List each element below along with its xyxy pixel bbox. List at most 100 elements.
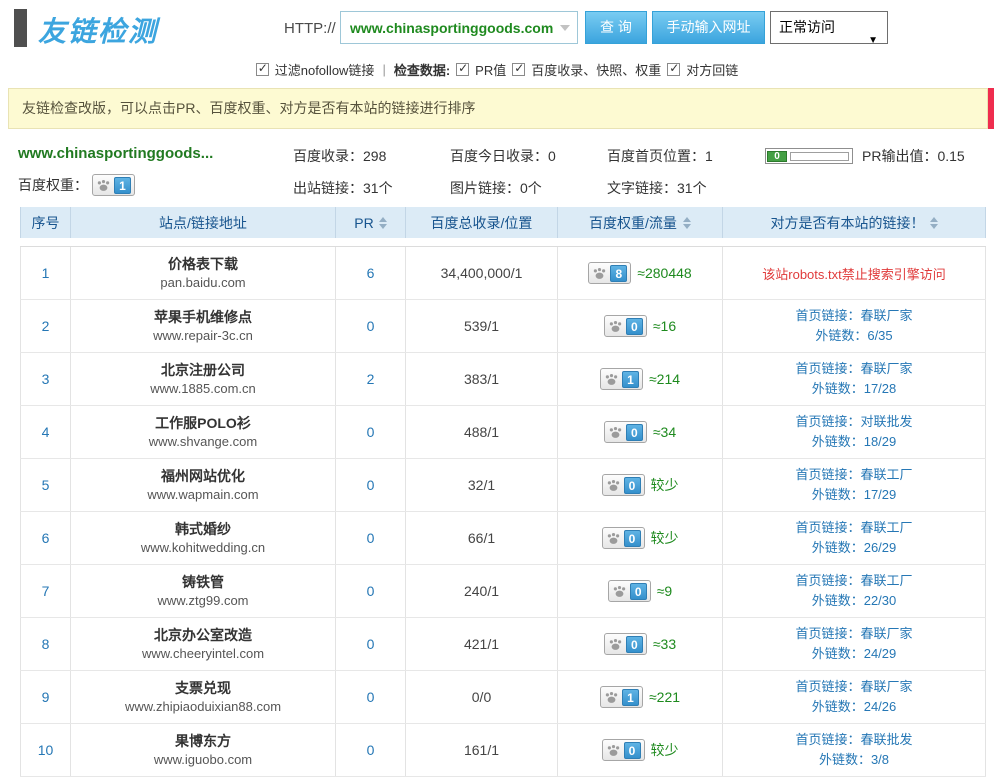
- site-title: 工作服POLO衫: [155, 414, 251, 433]
- col-weight-sort[interactable]: 百度权重/流量: [558, 207, 723, 238]
- traffic-estimate: ≈214: [649, 371, 680, 387]
- weight-value: 0: [630, 583, 647, 600]
- table-row: 1 价格表下载 pan.baidu.com 6 34,400,000/1 8 ≈…: [20, 247, 986, 300]
- homepage-backlink[interactable]: 首页链接：春联厂家: [795, 624, 912, 644]
- table-row: 2 苹果手机维修点 www.repair-3c.cn 0 539/1 0 ≈16…: [20, 300, 986, 353]
- notice-edge-strip: [988, 88, 994, 129]
- homepage-backlink[interactable]: 首页链接：春联厂家: [795, 359, 912, 379]
- baidu-weight-badge: 0: [602, 739, 645, 761]
- outlink-count[interactable]: 外链数：26/29: [812, 538, 897, 558]
- outlink-count[interactable]: 外链数：3/8: [819, 750, 889, 770]
- row-index: 2: [42, 318, 50, 334]
- pr-checkbox[interactable]: [456, 63, 469, 76]
- homepage-backlink[interactable]: 首页链接：春联工厂: [795, 465, 912, 485]
- baidu-index-value: 539/1: [464, 318, 499, 334]
- baidu-index-value: 421/1: [464, 636, 499, 652]
- site-domain-link[interactable]: www.cheeryintel.com: [142, 645, 264, 663]
- outlink-count[interactable]: 外链数：6/35: [815, 326, 892, 346]
- baidu-index-value: 34,400,000/1: [441, 265, 523, 281]
- backlink-error-text: 该站robots.txt禁止搜索引擎访问: [762, 264, 945, 283]
- site-domain-link[interactable]: www.zhipiaoduixian88.com: [125, 698, 281, 716]
- traffic-estimate: ≈16: [653, 318, 676, 334]
- site-domain-link[interactable]: www.ztg99.com: [157, 592, 248, 610]
- pr-meter-bar: [790, 152, 849, 161]
- weight-value: 1: [114, 177, 131, 194]
- stat-home-position: 百度首页位置：1: [607, 146, 713, 166]
- traffic-estimate: 较少: [651, 475, 679, 495]
- site-domain-link[interactable]: www.wapmain.com: [147, 486, 258, 504]
- outlink-count[interactable]: 外链数：22/30: [812, 591, 897, 611]
- row-index: 3: [42, 371, 50, 387]
- site-domain-link[interactable]: www.iguobo.com: [154, 751, 252, 769]
- table-row: 9 支票兑现 www.zhipiaoduixian88.com 0 0/0 1 …: [20, 671, 986, 724]
- baidu-weight-badge: 1: [92, 174, 135, 196]
- outlink-count[interactable]: 外链数：17/28: [812, 379, 897, 399]
- site-title: 韩式婚纱: [175, 520, 231, 539]
- homepage-backlink[interactable]: 首页链接：对联批发: [795, 412, 912, 432]
- checked-domain-link[interactable]: www.chinasportinggoods...: [18, 145, 213, 162]
- site-domain-link[interactable]: www.1885.com.cn: [150, 380, 256, 398]
- url-dropdown-icon[interactable]: [560, 25, 570, 31]
- protocol-label: HTTP://: [284, 20, 336, 37]
- paw-icon: [606, 743, 621, 758]
- stat-image-links: 图片链接：0个: [450, 178, 542, 198]
- homepage-backlink[interactable]: 首页链接：春联厂家: [795, 306, 912, 326]
- row-index: 7: [42, 583, 50, 599]
- site-domain-link[interactable]: www.repair-3c.cn: [153, 327, 253, 345]
- baidu-weight-badge: 8: [588, 262, 631, 284]
- site-domain-link[interactable]: www.kohitwedding.cn: [141, 539, 265, 557]
- outlink-count[interactable]: 外链数：17/29: [812, 485, 897, 505]
- site-title: 苹果手机维修点: [154, 308, 252, 327]
- table-row: 7 铸铁管 www.ztg99.com 0 240/1 0 ≈9 首页链接：春联…: [20, 565, 986, 618]
- paw-icon: [608, 319, 623, 334]
- site-domain-link[interactable]: www.shvange.com: [149, 433, 257, 451]
- col-backlink-sort[interactable]: 对方是否有本站的链接！: [723, 207, 986, 238]
- manual-input-button[interactable]: 手动输入网址: [652, 11, 765, 44]
- site-domain-link[interactable]: pan.baidu.com: [160, 274, 245, 292]
- homepage-backlink[interactable]: 首页链接：春联批发: [795, 730, 912, 750]
- row-index: 10: [38, 742, 54, 758]
- site-title: 价格表下载: [168, 255, 238, 274]
- outlink-count[interactable]: 外链数：18/29: [812, 432, 897, 452]
- baidu-index-value: 383/1: [464, 371, 499, 387]
- weight-value: 0: [626, 424, 643, 441]
- stat-baidu-included: 百度收录：298: [293, 146, 386, 166]
- table-row: 6 韩式婚纱 www.kohitwedding.cn 0 66/1 0 较少 首…: [20, 512, 986, 565]
- site-title: 支票兑现: [175, 679, 231, 698]
- baidu-checkbox[interactable]: [512, 63, 525, 76]
- homepage-backlink[interactable]: 首页链接：春联厂家: [795, 677, 912, 697]
- logo-mark: [14, 9, 27, 47]
- outlink-count[interactable]: 外链数：24/29: [812, 644, 897, 664]
- query-button[interactable]: 查 询: [585, 11, 647, 44]
- traffic-estimate: ≈34: [653, 424, 676, 440]
- notice-banner: 友链检查改版，可以点击PR、百度权重、对方是否有本站的链接进行排序: [8, 88, 988, 129]
- traffic-estimate: ≈221: [649, 689, 680, 705]
- baidu-index-value: 32/1: [468, 477, 495, 493]
- table-row: 4 工作服POLO衫 www.shvange.com 0 488/1 0 ≈34…: [20, 406, 986, 459]
- site-title: 福州网站优化: [161, 467, 245, 486]
- nofollow-checkbox[interactable]: [256, 63, 269, 76]
- baidu-weight-badge: 0: [604, 633, 647, 655]
- backlink-option-label: 对方回链: [686, 60, 738, 79]
- traffic-estimate: ≈9: [657, 583, 672, 599]
- backlink-checkbox[interactable]: [667, 63, 680, 76]
- paw-icon: [606, 478, 621, 493]
- homepage-backlink[interactable]: 首页链接：春联工厂: [795, 571, 912, 591]
- sort-icon: [683, 217, 691, 229]
- url-input[interactable]: [341, 12, 555, 43]
- pr-value: 0: [367, 742, 375, 758]
- baidu-weight-badge: 0: [604, 315, 647, 337]
- baidu-index-value: 488/1: [464, 424, 499, 440]
- check-data-label: 检查数据:: [394, 60, 450, 79]
- links-table: 序号 站点/链接地址 PR 百度总收录/位置 百度权重/流量 对方是否有本站的链…: [20, 207, 986, 777]
- access-mode-select[interactable]: 正常访问 ▼: [770, 11, 888, 44]
- pr-value: 0: [367, 636, 375, 652]
- page-title: 友链检测: [38, 10, 158, 50]
- homepage-backlink[interactable]: 首页链接：春联工厂: [795, 518, 912, 538]
- traffic-estimate: ≈280448: [637, 265, 691, 281]
- baidu-index-value: 66/1: [468, 530, 495, 546]
- outlink-count[interactable]: 外链数：24/26: [812, 697, 897, 717]
- col-pr-sort[interactable]: PR: [336, 207, 406, 238]
- stat-text-links: 文字链接：31个: [607, 178, 707, 198]
- url-input-box: [340, 11, 578, 44]
